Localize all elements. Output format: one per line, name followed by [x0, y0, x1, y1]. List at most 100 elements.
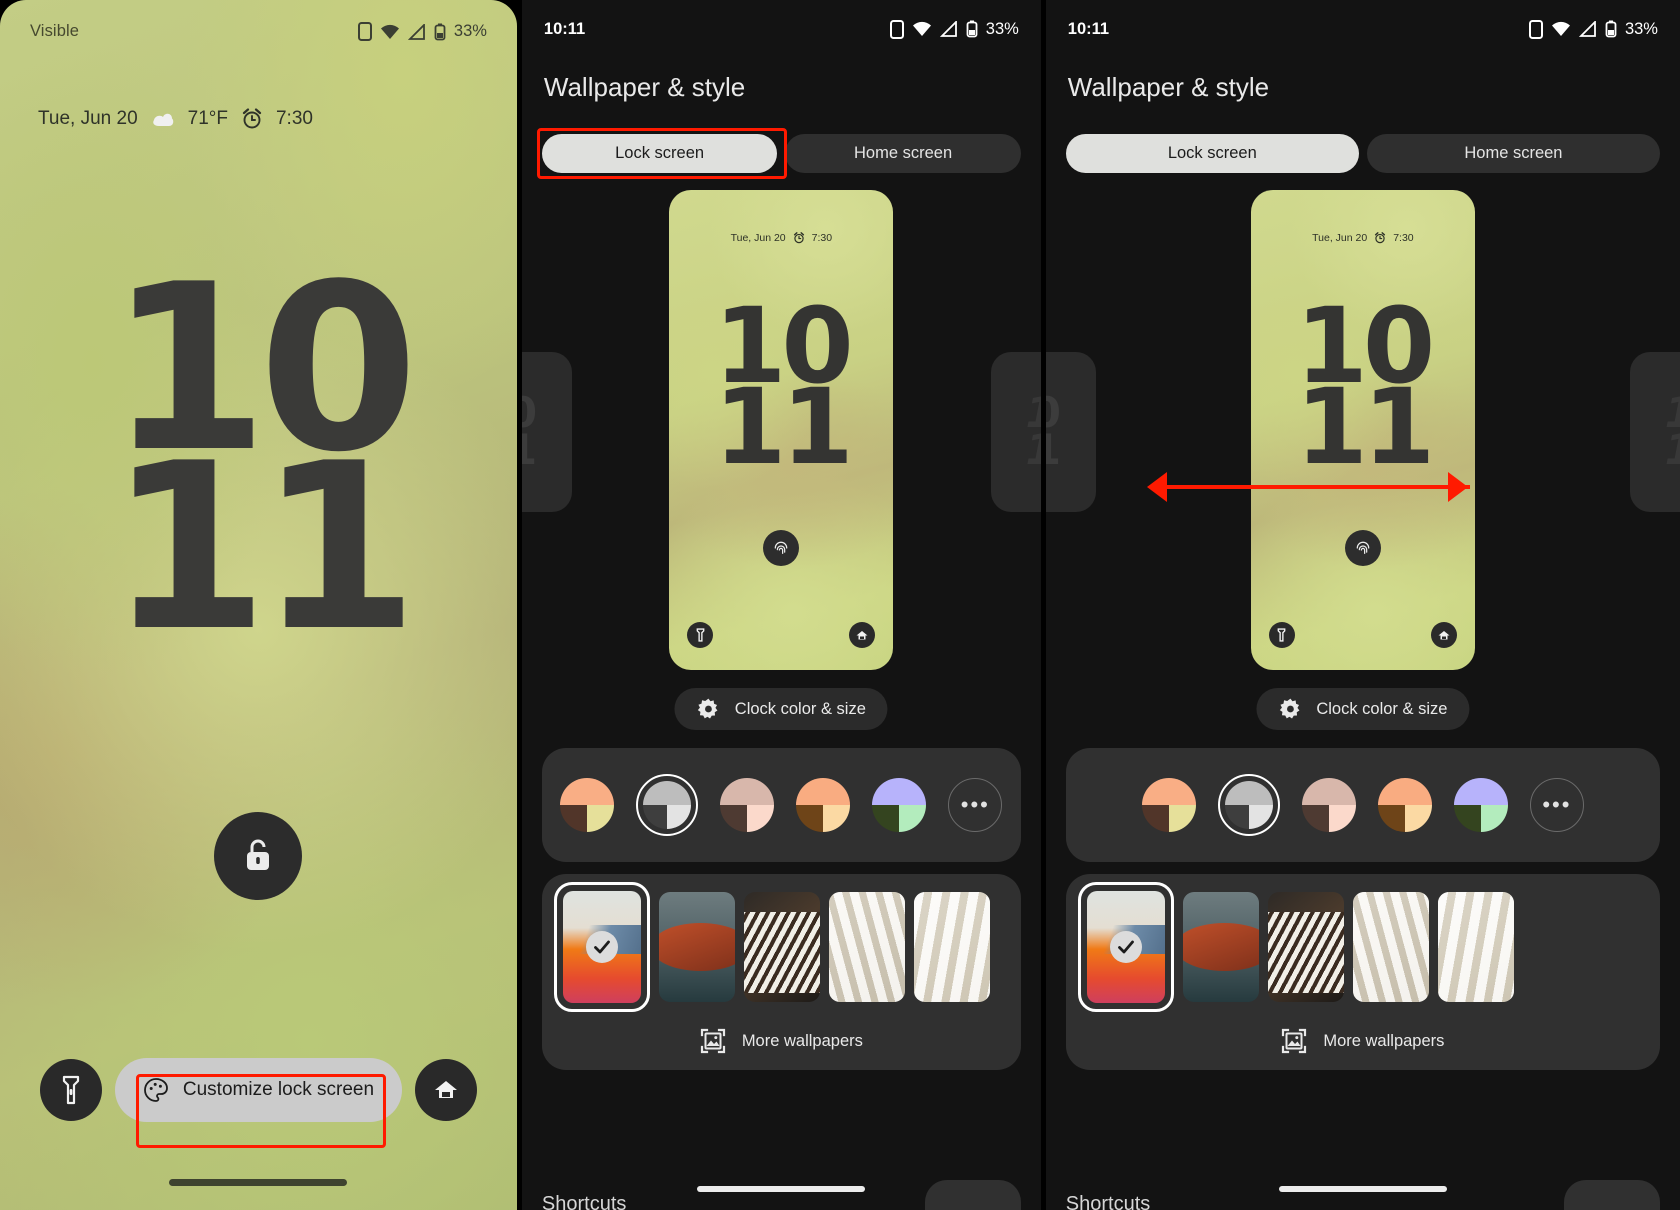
settings-status-bar-2: 10:11 33%: [1046, 14, 1680, 44]
preview-info-row-1: Tue, Jun 20 7:30: [669, 232, 893, 244]
more-colors-button-2[interactable]: •••: [1529, 778, 1584, 832]
wallpaper-white-petals-2[interactable]: [1352, 892, 1429, 1002]
lock-screen-status-bar: Visible 33%: [0, 22, 517, 41]
tab-lock-screen-1[interactable]: Lock screen: [541, 134, 778, 173]
wifi-icon: [380, 24, 399, 39]
clock-color-size-label-2: Clock color & size: [1316, 699, 1448, 718]
fingerprint-icon: [775, 541, 788, 554]
image-picture-icon: [1282, 1028, 1307, 1054]
wifi-icon: [912, 21, 931, 36]
color-swatch-card-2: •••: [1065, 748, 1660, 862]
preview-home-1: [849, 622, 876, 648]
more-colors-button-1[interactable]: •••: [948, 778, 1003, 832]
tab-lock-screen-label-1: Lock screen: [615, 144, 705, 162]
tab-home-screen-2[interactable]: Home screen: [1366, 134, 1660, 173]
swatch-peach-2[interactable]: [1141, 778, 1196, 832]
preview-clock-minutes-2: 11: [1295, 366, 1436, 489]
system-icons-1: 33%: [889, 19, 1019, 39]
flashlight-icon: [696, 628, 705, 642]
system-icons: 33%: [357, 22, 487, 41]
wallpaper-boat-hull-2[interactable]: [1182, 892, 1259, 1002]
swatch-violet-1[interactable]: [872, 778, 927, 832]
wallpaper-desert-sunset-1[interactable]: [553, 882, 650, 1012]
swatch-peach-1[interactable]: [560, 778, 615, 832]
check-icon: [1109, 931, 1142, 963]
lock-screen-preview-2[interactable]: Tue, Jun 20 7:30 10 11: [1250, 190, 1475, 670]
battery-icon: [966, 20, 978, 38]
cellular-signal-icon: [939, 21, 957, 37]
battery-icon: [434, 23, 446, 40]
swatch-grey-1[interactable]: [636, 774, 699, 836]
preview-alarm-2: 7:30: [1393, 232, 1414, 244]
swatch-rose-1[interactable]: [720, 778, 775, 832]
preview-clock-1: 10 11: [669, 294, 893, 479]
preview-fingerprint-button-1: [763, 530, 800, 566]
swatch-grey-2[interactable]: [1217, 774, 1280, 836]
customize-lock-screen-button[interactable]: Customize lock screen: [114, 1058, 403, 1122]
battery-percent-label-2: 33%: [1624, 19, 1658, 38]
flashlight-button[interactable]: [40, 1059, 102, 1121]
wallpaper-desert-sunset-2[interactable]: [1077, 882, 1174, 1012]
preview-flashlight-2: [1268, 622, 1295, 648]
wallpaper-card-1: More wallpapers: [541, 874, 1021, 1070]
home-control-icon: [1438, 630, 1450, 639]
home-control-icon: [856, 630, 868, 639]
wallpaper-white-petals-1[interactable]: [828, 892, 905, 1002]
tab-lock-screen-label-2: Lock screen: [1167, 144, 1257, 162]
wallpaper-style-panel-step1: 10:11 33% Wallpaper & style Lock screen …: [521, 0, 1041, 1210]
preview-clock-minutes-1: 11: [713, 366, 854, 489]
swatch-orange-1[interactable]: [796, 778, 851, 832]
date-label: Tue, Jun 20: [38, 108, 138, 129]
gear-icon: [1279, 698, 1300, 719]
swatch-orange-2[interactable]: [1377, 778, 1432, 832]
wallpaper-feather-dark-2[interactable]: [1267, 892, 1344, 1002]
tab-lock-screen-2[interactable]: Lock screen: [1065, 134, 1359, 173]
cellular-signal-icon: [1578, 21, 1596, 37]
status-time-2: 10:11: [1067, 19, 1110, 38]
shortcuts-peek-card-1[interactable]: [924, 1180, 1021, 1210]
screen-tabs-2: Lock screen Home screen: [1065, 134, 1660, 173]
palette-icon: [144, 1078, 168, 1102]
shortcuts-peek-card-2[interactable]: [1563, 1180, 1660, 1210]
wallpaper-feather-dark-1[interactable]: [743, 892, 820, 1002]
home-controls-button[interactable]: [414, 1059, 477, 1121]
battery-percent-label-1: 33%: [985, 19, 1019, 38]
wifi-icon: [1551, 21, 1570, 36]
ghost-preview-right-1[interactable]: 1011: [990, 352, 1041, 512]
preview-date-2: Tue, Jun 20: [1312, 232, 1368, 244]
shortcuts-peek-label-1: Shortcuts: [541, 1193, 627, 1210]
swatch-rose-2[interactable]: [1301, 778, 1356, 832]
wallpaper-boat-hull-1[interactable]: [658, 892, 735, 1002]
unlock-button[interactable]: [214, 812, 303, 900]
clock-color-size-button-1[interactable]: Clock color & size: [674, 688, 888, 730]
clock-color-size-button-2[interactable]: Clock color & size: [1256, 688, 1470, 730]
wallpaper-white-feather-1[interactable]: [913, 892, 990, 1002]
lock-screen-preview-1[interactable]: Tue, Jun 20 7:30 10 11: [669, 190, 894, 670]
preview-date-1: Tue, Jun 20: [730, 232, 786, 244]
more-wallpapers-label-1: More wallpapers: [741, 1031, 863, 1050]
more-wallpapers-button-1[interactable]: More wallpapers: [542, 1028, 1021, 1054]
alarm-clock-icon: [793, 232, 804, 244]
preview-info-row-2: Tue, Jun 20 7:30: [1251, 232, 1475, 244]
lock-screen-bottom-bar: Customize lock screen: [0, 1058, 517, 1122]
more-wallpapers-button-2[interactable]: More wallpapers: [1066, 1028, 1660, 1054]
gesture-home-bar-1[interactable]: [697, 1186, 866, 1192]
wallpaper-white-feather-2[interactable]: [1437, 892, 1514, 1002]
ghost-preview-right-2[interactable]: 1011: [1629, 352, 1680, 512]
swatch-violet-2[interactable]: [1453, 778, 1508, 832]
tab-home-screen-1[interactable]: Home screen: [785, 134, 1021, 173]
ghost-preview-left-2[interactable]: 1011: [1045, 352, 1096, 512]
settings-status-bar-1: 10:11 33%: [522, 14, 1041, 44]
preview-bottom-bar-1: [669, 622, 893, 648]
ghost-preview-left-1[interactable]: 1011: [521, 352, 572, 512]
gesture-home-bar-2[interactable]: [1278, 1186, 1447, 1192]
alarm-clock-icon: [1375, 232, 1386, 244]
wallpaper-row-1: [542, 874, 1021, 1012]
home-control-icon: [434, 1081, 457, 1098]
sim-card-icon: [1528, 19, 1543, 39]
gesture-home-bar[interactable]: [169, 1179, 348, 1186]
wallpaper-style-panel-step2: 10:11 33% Wallpaper & style Lock screen …: [1045, 0, 1680, 1210]
alarm-time-label: 7:30: [275, 108, 313, 129]
preview-fingerprint-button-2: [1344, 530, 1381, 566]
shortcuts-peek-label-2: Shortcuts: [1065, 1193, 1151, 1210]
